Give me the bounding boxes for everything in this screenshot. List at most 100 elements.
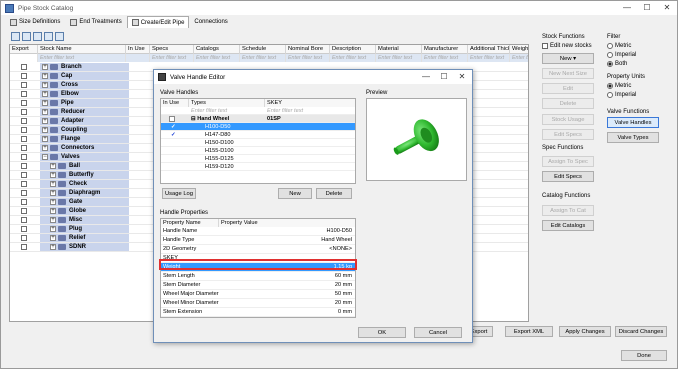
col-in-use[interactable]: In Use xyxy=(126,45,150,54)
expand-icon[interactable]: + xyxy=(42,64,48,70)
expand-icon[interactable]: + xyxy=(50,235,56,241)
stock-edit-specs-button[interactable]: Edit Specs xyxy=(542,129,594,140)
filter-cell[interactable]: Enter filter text xyxy=(240,54,286,62)
property-row[interactable]: Handle Name H100-D50 xyxy=(161,227,355,236)
done-button[interactable]: Done xyxy=(621,350,667,361)
expand-icon[interactable]: + xyxy=(50,208,56,214)
property-row[interactable]: Wheel Minor Diameter 20 mm xyxy=(161,299,355,308)
export-checkbox[interactable] xyxy=(21,226,27,232)
export-checkbox[interactable] xyxy=(21,154,27,160)
handle-row[interactable]: H155-D100 xyxy=(161,147,355,155)
export-checkbox[interactable] xyxy=(21,190,27,196)
filter-cell[interactable]: Enter filter text xyxy=(286,54,330,62)
handle-row[interactable]: H150-D100 xyxy=(161,139,355,147)
expand-icon[interactable]: + xyxy=(42,127,48,133)
expand-icon[interactable]: + xyxy=(50,172,56,178)
stock-usage-button[interactable]: Stock Usage xyxy=(542,114,594,125)
property-value[interactable]: 20 mm xyxy=(335,281,352,290)
edit-catalogs-button[interactable]: Edit Catalogs xyxy=(542,220,594,231)
cancel-button[interactable]: Cancel xyxy=(414,327,462,338)
new-stock-dropdown-button[interactable]: New ▾ xyxy=(542,53,594,64)
expand-icon[interactable]: + xyxy=(42,136,48,142)
export-checkbox[interactable] xyxy=(21,118,27,124)
expand-icon[interactable]: + xyxy=(50,181,56,187)
export-checkbox[interactable] xyxy=(21,73,27,79)
tab-size-definitions[interactable]: Size Definitions xyxy=(5,16,65,28)
export-checkbox[interactable] xyxy=(21,82,27,88)
expand-icon[interactable]: + xyxy=(42,91,48,97)
filter-cell[interactable]: Enter filter text xyxy=(150,54,194,62)
col-stock-name[interactable]: Stock Name xyxy=(38,45,126,54)
property-value[interactable]: 20 mm xyxy=(335,299,352,308)
filter-imperial-radio[interactable]: Imperial xyxy=(607,52,636,58)
export-xml-button[interactable]: Export XML xyxy=(505,326,553,337)
expand-icon[interactable]: + xyxy=(42,100,48,106)
units-imperial-radio[interactable]: Imperial xyxy=(607,92,636,98)
dialog-minimize-button[interactable]: — xyxy=(416,70,436,84)
clear-filter-icon[interactable] xyxy=(44,32,53,41)
col-additional-thickness[interactable]: Additional Thickness xyxy=(468,45,510,54)
assign-to-cat-button[interactable]: Assign To Cat xyxy=(542,205,594,216)
new-handle-button[interactable]: New xyxy=(278,188,312,199)
assign-to-spec-button[interactable]: Assign To Spec xyxy=(542,156,594,167)
col-types[interactable]: Types xyxy=(189,99,265,107)
filter-cell[interactable]: Enter filter text xyxy=(422,54,468,62)
expand-icon[interactable]: + xyxy=(50,199,56,205)
expand-icon[interactable]: + xyxy=(50,190,56,196)
export-checkbox[interactable] xyxy=(21,172,27,178)
export-checkbox[interactable] xyxy=(21,109,27,115)
col-nominal-bore[interactable]: Nominal Bore xyxy=(286,45,330,54)
col-export[interactable]: Export xyxy=(10,45,38,54)
ok-button[interactable]: OK xyxy=(358,327,406,338)
filter-cell[interactable]: Enter filter text xyxy=(510,54,528,62)
settings-icon[interactable] xyxy=(55,32,64,41)
col-schedule[interactable]: Schedule xyxy=(240,45,286,54)
property-value[interactable]: 50 mm xyxy=(335,290,352,299)
property-row[interactable]: Stem Extension 0 mm xyxy=(161,308,355,317)
export-checkbox[interactable] xyxy=(21,235,27,241)
export-checkbox[interactable] xyxy=(21,127,27,133)
expand-icon[interactable]: + xyxy=(50,226,56,232)
filter-cell[interactable]: Enter filter text xyxy=(330,54,376,62)
expand-icon[interactable]: + xyxy=(50,244,56,250)
col-catalogs[interactable]: Catalogs xyxy=(194,45,240,54)
export-checkbox[interactable] xyxy=(21,163,27,169)
expand-icon[interactable]: + xyxy=(42,82,48,88)
edit-specs-button[interactable]: Edit Specs xyxy=(542,171,594,182)
collapse-icon[interactable]: − xyxy=(42,154,48,160)
dialog-close-button[interactable]: ✕ xyxy=(452,70,472,84)
col-description[interactable]: Description xyxy=(330,45,376,54)
expand-icon[interactable]: + xyxy=(42,145,48,151)
delete-stock-button[interactable]: Delete xyxy=(542,98,594,109)
property-value[interactable]: 0 mm xyxy=(338,308,352,317)
apply-changes-button[interactable]: Apply Changes xyxy=(559,326,611,337)
usage-log-button[interactable]: Usage Log xyxy=(162,188,196,199)
handle-row[interactable]: ✓ H147-D80 xyxy=(161,131,355,139)
handle-row[interactable]: H155-D125 xyxy=(161,155,355,163)
export-checkbox[interactable] xyxy=(21,217,27,223)
maximize-button[interactable]: ☐ xyxy=(637,1,657,15)
expand-all-icon[interactable] xyxy=(11,32,20,41)
export-checkbox[interactable] xyxy=(21,136,27,142)
property-value[interactable]: H100-D50 xyxy=(327,227,353,236)
filter-cell[interactable]: Enter filter text xyxy=(265,107,355,115)
handle-row[interactable]: ✓ H100-D50 xyxy=(161,123,355,131)
export-checkbox[interactable] xyxy=(21,199,27,205)
handle-group-row[interactable]: ⊟ Hand Wheel 01SP xyxy=(161,115,355,123)
filter-cell[interactable]: Enter filter text xyxy=(468,54,510,62)
expand-icon[interactable]: + xyxy=(42,73,48,79)
filter-metric-radio[interactable]: Metric xyxy=(607,43,631,49)
filter-cell[interactable]: Enter filter text xyxy=(38,54,126,62)
filter-cell[interactable] xyxy=(10,54,38,62)
col-in-use[interactable]: In Use xyxy=(161,99,189,107)
tab-end-treatments[interactable]: End Treatments xyxy=(65,16,126,28)
property-value[interactable]: <NONE> xyxy=(329,245,352,254)
filter-cell[interactable]: Enter filter text xyxy=(189,107,265,115)
property-row[interactable]: Stem Diameter 20 mm xyxy=(161,281,355,290)
export-checkbox[interactable] xyxy=(21,208,27,214)
filter-cell[interactable]: Enter filter text xyxy=(194,54,240,62)
edit-new-stocks-checkbox[interactable]: Edit new stocks xyxy=(542,43,592,49)
collapse-all-icon[interactable] xyxy=(22,32,31,41)
filter-cell[interactable]: Enter filter text xyxy=(376,54,422,62)
property-value[interactable]: Hand Wheel xyxy=(321,236,352,245)
